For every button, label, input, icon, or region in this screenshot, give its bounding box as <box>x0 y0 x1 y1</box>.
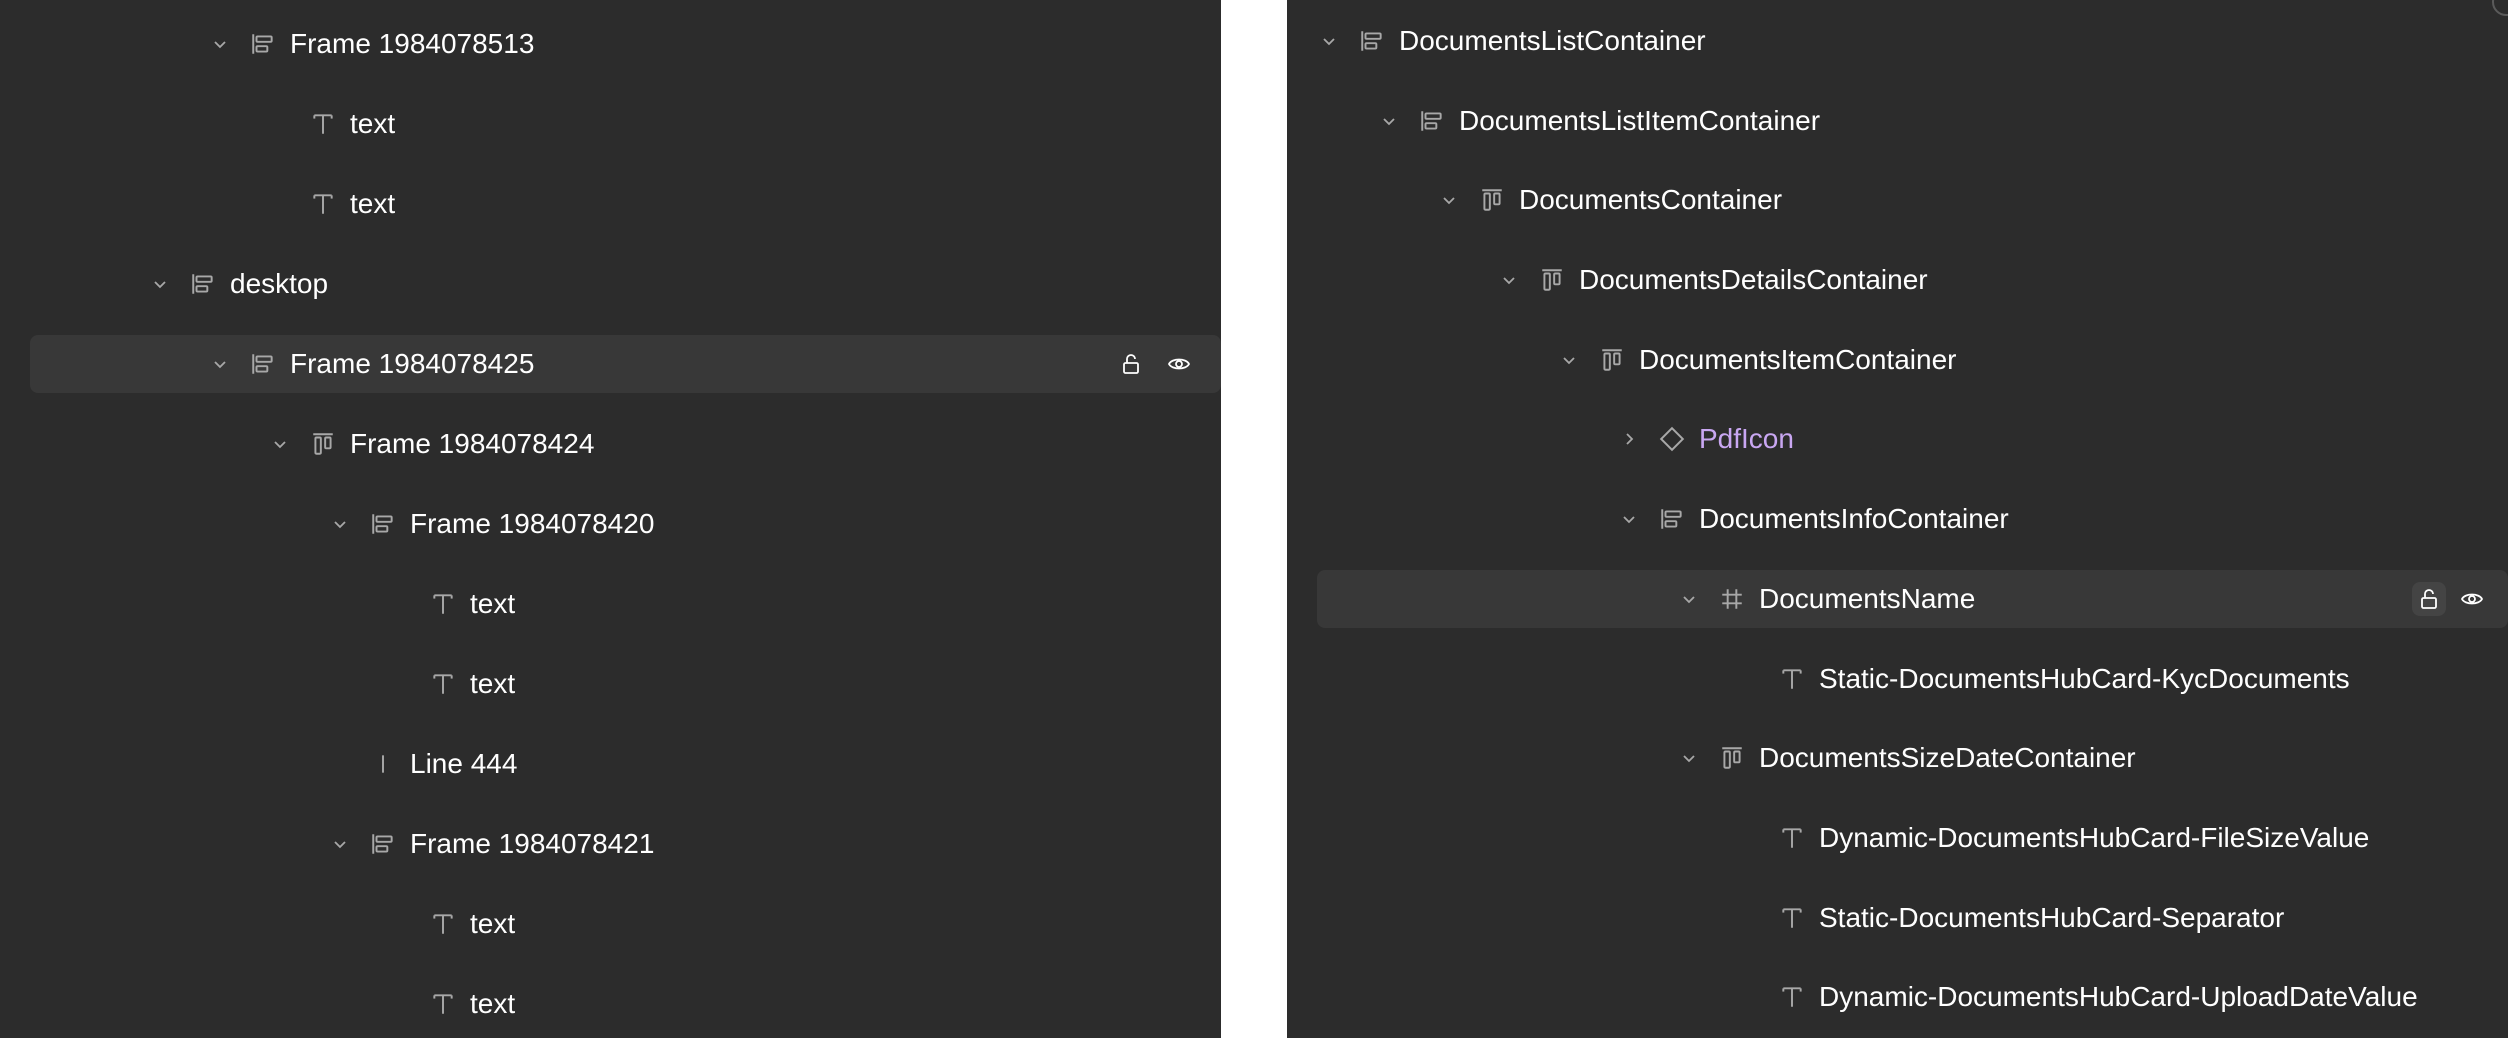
stack-layout-icon <box>370 511 396 537</box>
text-icon <box>430 991 456 1017</box>
eye-icon[interactable] <box>2455 582 2489 616</box>
text-icon <box>310 191 336 217</box>
layer-name: DocumentsDetailsContainer <box>1579 264 1928 295</box>
frame-hash-icon <box>1719 586 1745 612</box>
chevron-down-icon[interactable] <box>1561 352 1577 368</box>
layers-panel-right: DocumentsListContainer DocumentsListItemC… <box>1287 0 2508 1038</box>
layer-name: text <box>470 908 516 939</box>
layer-name: DocumentsItemContainer <box>1639 344 1957 375</box>
stack-layout-icon <box>250 351 276 377</box>
layer-name: text <box>470 588 516 619</box>
text-icon <box>1779 825 1805 851</box>
layer-row[interactable]: Static-DocumentsHubCard-Separator <box>1287 889 2508 947</box>
layer-row[interactable]: text <box>0 575 1221 633</box>
chevron-down-icon[interactable] <box>1621 511 1637 527</box>
layer-row[interactable]: PdfIcon <box>1287 410 2508 468</box>
chevron-down-icon[interactable] <box>332 836 348 852</box>
stack-layout-icon <box>250 31 276 57</box>
layers-panel-left: Frame 1984078513 text text desktop Frame 198… <box>0 0 1221 1038</box>
columns-layout-icon <box>1539 267 1565 293</box>
layer-row[interactable]: Frame 1984078513 <box>0 15 1221 73</box>
layer-name: text <box>350 188 396 219</box>
chevron-down-icon[interactable] <box>1321 33 1337 49</box>
layer-row[interactable]: text <box>0 975 1221 1033</box>
stack-layout-icon <box>1359 28 1385 54</box>
layer-row[interactable]: Dynamic-DocumentsHubCard-FileSizeValue <box>1287 809 2508 867</box>
layer-name: DocumentsSizeDateContainer <box>1759 742 2136 773</box>
layer-name: PdfIcon <box>1699 423 1794 454</box>
layer-name: Static-DocumentsHubCard-Separator <box>1819 902 2285 933</box>
layer-name: DocumentsListContainer <box>1399 25 1706 56</box>
layer-name: DocumentsInfoContainer <box>1699 503 2009 534</box>
layer-row[interactable]: text <box>0 95 1221 153</box>
layer-row[interactable]: Frame 1984078421 <box>0 815 1221 873</box>
layer-row[interactable]: DocumentsListItemContainer <box>1287 92 2508 150</box>
stack-layout-icon <box>190 271 216 297</box>
chevron-down-icon[interactable] <box>1441 192 1457 208</box>
text-icon <box>1779 984 1805 1010</box>
eye-icon[interactable] <box>1162 347 1196 381</box>
lock-icon[interactable] <box>1114 347 1148 381</box>
chevron-right-icon[interactable] <box>1621 431 1637 447</box>
chevron-down-icon[interactable] <box>1381 113 1397 129</box>
layer-row[interactable]: text <box>0 175 1221 233</box>
layer-row[interactable]: text <box>0 895 1221 953</box>
columns-layout-icon <box>1479 187 1505 213</box>
layer-name: text <box>470 668 516 699</box>
component-instance-icon <box>1659 426 1685 452</box>
layer-name: Dynamic-DocumentsHubCard-FileSizeValue <box>1819 822 2370 853</box>
layer-name: DocumentsContainer <box>1519 184 1783 215</box>
layer-row[interactable]: Static-DocumentsHubCard-KycDocuments <box>1287 650 2508 708</box>
line-icon <box>370 751 396 777</box>
text-icon <box>1779 905 1805 931</box>
layer-name: text <box>350 108 396 139</box>
layer-name: Static-DocumentsHubCard-KycDocuments <box>1819 663 2350 694</box>
layer-name: Line 444 <box>410 748 518 779</box>
chevron-down-icon[interactable] <box>212 36 228 52</box>
layer-name: DocumentsName <box>1759 583 1976 614</box>
chevron-down-icon[interactable] <box>212 356 228 372</box>
columns-layout-icon <box>1719 745 1745 771</box>
layer-name: Dynamic-DocumentsHubCard-UploadDateValue <box>1819 981 2418 1012</box>
layer-name: Frame 1984078513 <box>290 28 535 59</box>
chevron-down-icon[interactable] <box>1501 272 1517 288</box>
layer-row[interactable]: DocumentsDetailsContainer <box>1287 251 2508 309</box>
layer-row[interactable]: Dynamic-DocumentsHubCard-UploadDateValue <box>1287 968 2508 1026</box>
layer-row[interactable]: DocumentsContainer <box>1287 171 2508 229</box>
text-icon <box>430 671 456 697</box>
layer-name: text <box>470 988 516 1019</box>
stack-layout-icon <box>1659 506 1685 532</box>
text-icon <box>1779 666 1805 692</box>
layer-row[interactable]: DocumentsSizeDateContainer <box>1287 729 2508 787</box>
layer-name: Frame 1984078424 <box>350 428 595 459</box>
layer-name: Frame 1984078421 <box>410 828 655 859</box>
text-icon <box>310 111 336 137</box>
layer-name: DocumentsListItemContainer <box>1459 105 1821 136</box>
layer-row[interactable]: text <box>0 655 1221 713</box>
layer-row[interactable]: DocumentsListContainer <box>1287 12 2508 70</box>
columns-layout-icon <box>310 431 336 457</box>
text-icon <box>430 591 456 617</box>
layer-row[interactable]: Frame 1984078424 <box>0 415 1221 473</box>
text-icon <box>430 911 456 937</box>
layer-row[interactable]: DocumentsInfoContainer <box>1287 490 2508 548</box>
stack-layout-icon <box>1419 108 1445 134</box>
columns-layout-icon <box>1599 347 1625 373</box>
stack-layout-icon <box>370 831 396 857</box>
layer-row[interactable]: DocumentsItemContainer <box>1287 331 2508 389</box>
chevron-down-icon[interactable] <box>152 276 168 292</box>
layer-name: desktop <box>230 268 329 299</box>
layer-row[interactable]: Frame 1984078420 <box>0 495 1221 553</box>
chevron-down-icon[interactable] <box>1681 750 1697 766</box>
chevron-down-icon[interactable] <box>332 516 348 532</box>
layer-row[interactable]: Frame 1984078425 <box>30 335 1221 393</box>
chevron-down-icon[interactable] <box>1681 591 1697 607</box>
chevron-down-icon[interactable] <box>272 436 288 452</box>
layer-row[interactable]: Line 444 <box>0 735 1221 793</box>
layer-name: Frame 1984078420 <box>410 508 655 539</box>
layer-name: Frame 1984078425 <box>290 348 535 379</box>
lock-icon[interactable] <box>2412 582 2446 616</box>
layer-row[interactable]: desktop <box>0 255 1221 313</box>
layer-row[interactable]: DocumentsName <box>1317 570 2508 628</box>
